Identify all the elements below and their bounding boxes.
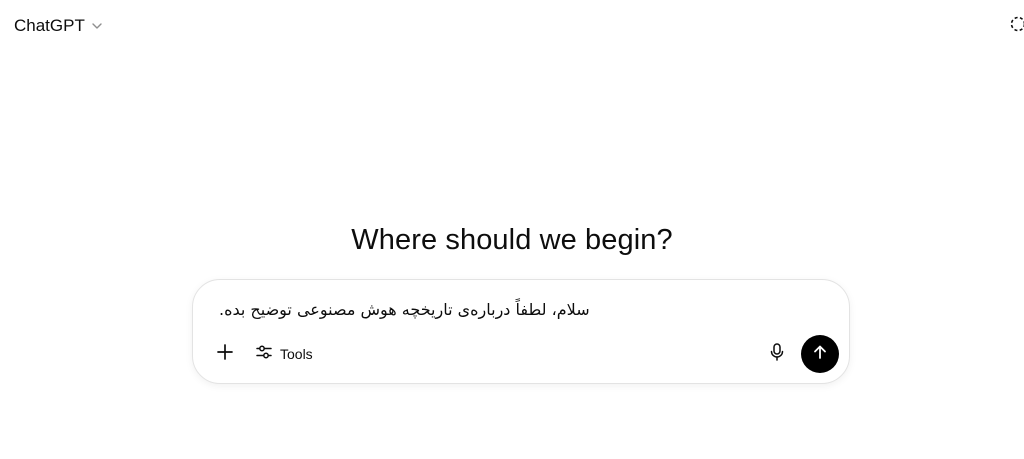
send-button[interactable] <box>801 335 839 373</box>
dashed-circle-icon <box>1009 15 1024 38</box>
tools-button[interactable]: Tools <box>247 337 321 371</box>
chevron-down-icon <box>91 20 103 32</box>
chatgpt-app: ChatGPT Where should we begin? .سلام، لط… <box>0 0 1024 459</box>
add-attachment-button[interactable] <box>207 336 243 372</box>
microphone-icon <box>768 342 786 367</box>
plus-icon <box>216 343 234 366</box>
model-name: ChatGPT <box>14 16 85 35</box>
prompt-input[interactable]: .سلام، لطفاً درباره‌ی تاریخچه هوش مصنوعی… <box>219 300 779 319</box>
arrow-up-icon <box>812 344 828 365</box>
dictate-button[interactable] <box>759 336 795 372</box>
sliders-icon <box>255 343 273 366</box>
model-switcher[interactable]: ChatGPT <box>8 10 109 42</box>
tools-label: Tools <box>280 346 313 362</box>
temporary-chat-button[interactable] <box>1006 14 1024 38</box>
composer-toolbar: Tools <box>207 335 839 373</box>
prompt-composer: .سلام، لطفاً درباره‌ی تاریخچه هوش مصنوعی… <box>192 279 850 384</box>
page-title: Where should we begin? <box>351 224 673 257</box>
